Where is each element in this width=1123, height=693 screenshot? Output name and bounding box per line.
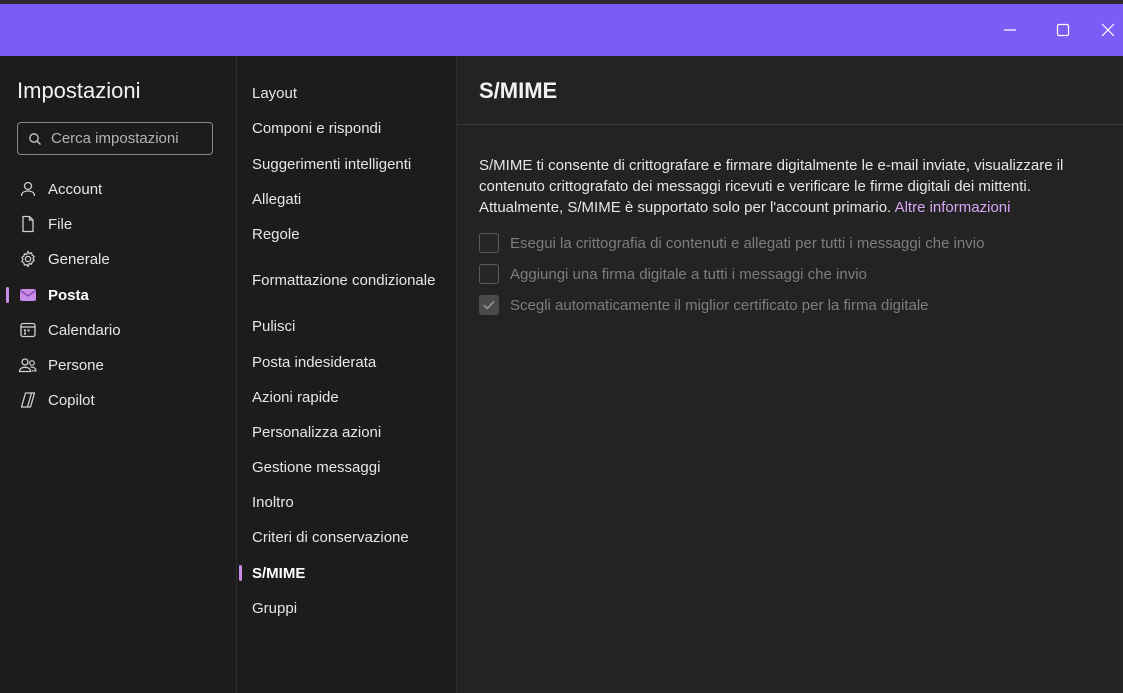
search-input[interactable] [51,123,209,154]
nav-item-label: File [48,215,73,233]
minimize-button[interactable] [987,4,1033,56]
nav-item-copilot[interactable]: Copilot [0,385,236,415]
smime-description: S/MIME ti consente di crittografare e fi… [479,155,1099,218]
subnav-item-criteri[interactable]: Criteri di conservazione [252,524,452,550]
option-label: Scegli automaticamente il miglior certif… [510,296,929,314]
settings-sidebar: Impostazioni Account File Generale Posta [0,56,237,693]
file-icon [18,215,38,233]
gear-icon [18,250,38,268]
option-sign[interactable]: Aggiungi una firma digitale a tutti i me… [479,263,867,285]
settings-title: Impostazioni [17,78,141,103]
subnav-item-suggerimenti[interactable]: Suggerimenti intelligenti [252,151,452,177]
smime-panel: S/MIME S/MIME ti consente di crittografa… [457,56,1123,693]
nav-item-label: Calendario [48,321,121,339]
nav-item-account[interactable]: Account [0,174,236,204]
nav-item-generale[interactable]: Generale [0,244,236,274]
more-info-link[interactable]: Altre informazioni [895,199,1011,216]
sign-checkbox[interactable] [479,264,499,284]
person-icon [18,180,38,198]
nav-item-persone[interactable]: Persone [0,350,236,380]
subnav-item-smime[interactable]: S/MIME [252,560,452,586]
search-box[interactable] [17,122,213,155]
subnav-item-formattazione[interactable]: Formattazione condizionale [252,267,452,293]
active-indicator [239,565,242,581]
maximize-icon [1056,23,1070,37]
close-button[interactable] [1093,4,1123,56]
nav-item-label: Copilot [48,391,95,409]
subnav-item-gestione[interactable]: Gestione messaggi [252,454,452,480]
people-icon [18,356,38,374]
copilot-icon [18,391,38,409]
nav-item-file[interactable]: File [0,209,236,239]
mail-icon [18,286,38,304]
title-bar [0,4,1123,56]
subnav-item-regole[interactable]: Regole [252,221,452,247]
subnav-item-componi[interactable]: Componi e rispondi [252,115,452,141]
search-icon [28,132,42,150]
subnav-item-inoltro[interactable]: Inoltro [252,489,452,515]
divider [457,124,1123,125]
subnav-item-personalizza[interactable]: Personalizza azioni [252,419,452,445]
nav-item-label: Persone [48,356,104,374]
nav-item-label: Generale [48,250,110,268]
checkmark-icon [483,300,495,310]
option-label: Esegui la crittografia di contenuti e al… [510,234,985,252]
close-icon [1101,23,1115,37]
auto-cert-checkbox[interactable] [479,295,499,315]
minimize-icon [1004,29,1016,31]
calendar-icon [18,321,38,339]
encrypt-checkbox[interactable] [479,233,499,253]
subnav-item-allegati[interactable]: Allegati [252,186,452,212]
subnav-item-azioni-rapide[interactable]: Azioni rapide [252,384,452,410]
option-encrypt[interactable]: Esegui la crittografia di contenuti e al… [479,232,984,254]
option-auto-cert[interactable]: Scegli automaticamente il miglior certif… [479,294,929,316]
nav-item-label: Posta [48,286,89,304]
option-label: Aggiungi una firma digitale a tutti i me… [510,265,867,283]
mail-settings-subnav: Layout Componi e rispondi Suggerimenti i… [237,56,457,693]
subnav-item-pulisci[interactable]: Pulisci [252,313,452,339]
nav-item-posta[interactable]: Posta [0,280,236,310]
subnav-item-posta-indesiderata[interactable]: Posta indesiderata [252,349,452,375]
nav-item-label: Account [48,180,103,198]
subnav-item-gruppi[interactable]: Gruppi [252,595,452,621]
active-indicator [6,287,9,303]
subnav-item-layout[interactable]: Layout [252,80,452,106]
maximize-button[interactable] [1040,4,1086,56]
page-title: S/MIME [479,78,558,103]
nav-item-calendario[interactable]: Calendario [0,315,236,345]
